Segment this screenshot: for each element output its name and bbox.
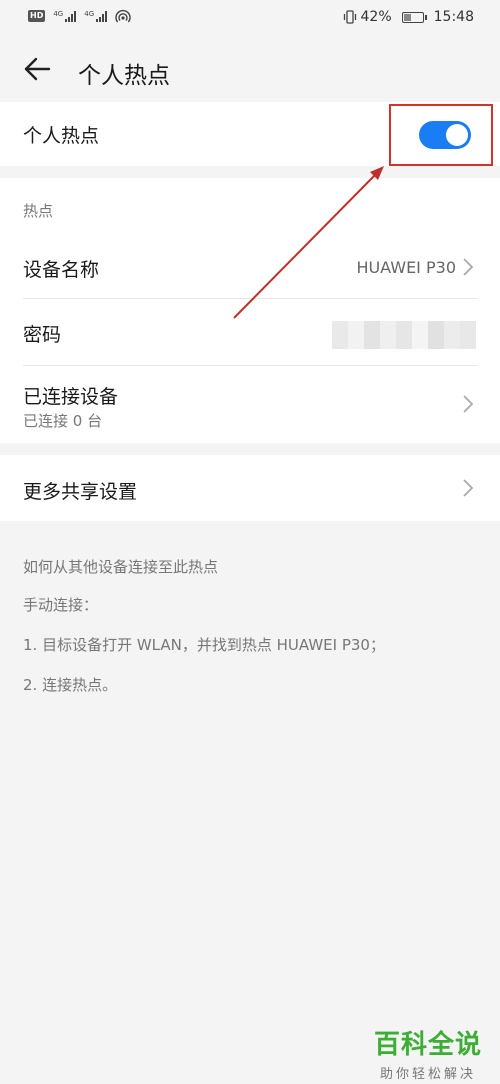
chevron-right-icon [463,395,474,413]
watermark-sub: 助你轻松解决 [379,1067,476,1082]
connected-devices-row[interactable]: 已连接设备 已连接 0 台 [0,366,500,443]
hd-badge: HD [28,10,46,22]
status-time: 15:48 [433,9,474,25]
chevron-right-icon [463,479,474,497]
toggle-highlight-box [389,104,493,166]
hotspot-status-icon [115,9,131,23]
hotspot-settings-card: 热点 设备名称 HUAWEI P30 密码 已连接设备 已连接 0 台 [0,178,500,443]
signal-2-icon: 4G [84,10,108,22]
watermark-logo: 百科全说 助你轻松解决 [374,1024,482,1082]
status-bar-left: HD 4G 4G [28,9,131,23]
more-sharing-label: 更多共享设置 [23,481,138,503]
more-sharing-row[interactable]: 更多共享设置 [0,455,500,521]
status-bar-right: 42% 15:48 [343,9,474,25]
status-bar: HD 4G 4G 42% 15:48 [0,0,500,36]
help-title: 如何从其他设备连接至此热点 [23,558,219,576]
battery-fill [403,13,411,21]
vibrate-icon [343,10,356,24]
device-name-label: 设备名称 [23,259,100,281]
password-masked-value [332,321,476,349]
help-line-2: 1. 目标设备打开 WLAN，并找到热点 HUAWEI P30； [23,636,385,654]
device-name-row[interactable]: 设备名称 HUAWEI P30 [0,230,500,296]
battery-icon [401,11,427,23]
help-line-3: 2. 连接热点。 [23,676,118,694]
watermark-main: 百科全说 [373,1030,482,1060]
connected-devices-label: 已连接设备 [23,386,119,408]
connected-devices-count: 已连接 0 台 [23,412,103,430]
battery-percent: 42% [360,9,392,25]
page-title: 个人热点 [78,63,170,89]
app-header: 个人热点 [0,36,500,102]
chevron-right-icon [463,258,474,276]
device-name-value: HUAWEI P30 [356,258,456,277]
section-heading: 热点 [23,202,54,220]
hotspot-toggle-label: 个人热点 [23,125,100,147]
password-label: 密码 [23,324,62,346]
back-arrow-icon[interactable] [22,54,52,84]
signal-1-icon: 4G [53,10,77,22]
help-line-1: 手动连接： [23,596,99,614]
